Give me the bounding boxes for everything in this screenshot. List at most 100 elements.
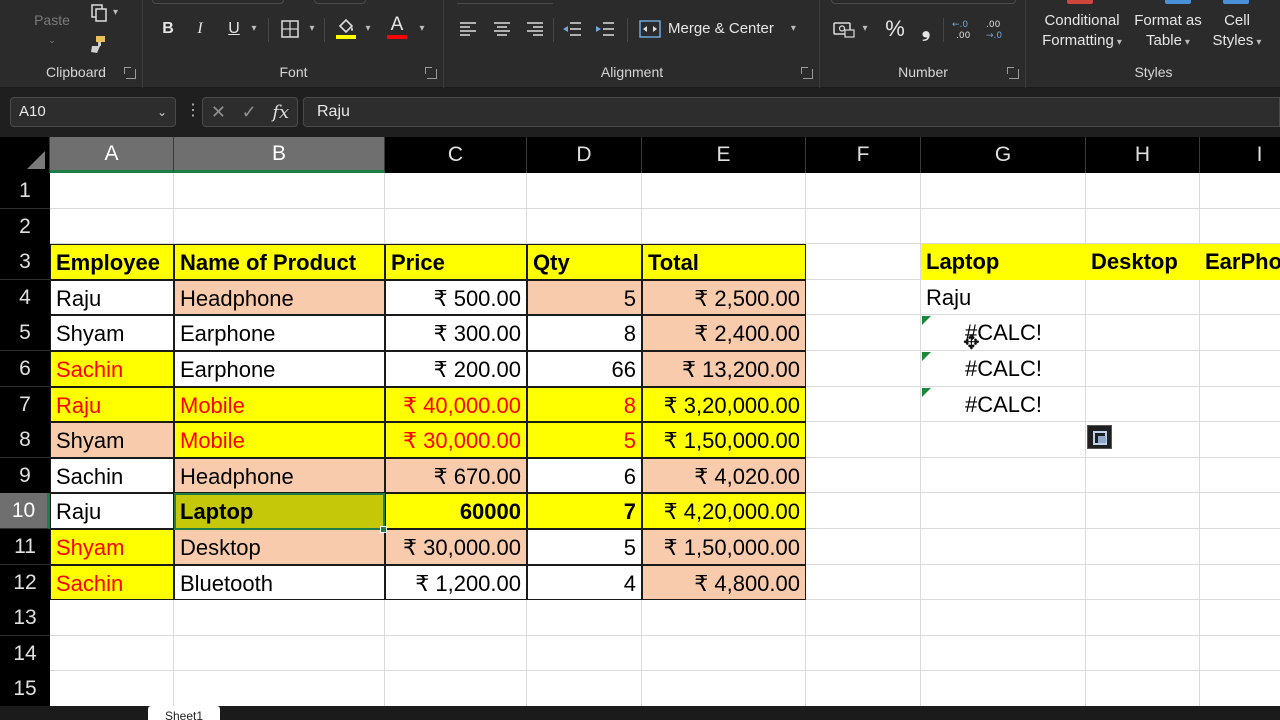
data-cell[interactable]: 66 (527, 351, 642, 387)
column-header-i[interactable]: I (1200, 137, 1280, 173)
header-cell[interactable]: Employee (50, 244, 174, 280)
header-cell[interactable]: Name of Product (174, 244, 385, 280)
row-header-9[interactable]: 9 (0, 457, 50, 494)
data-cell[interactable]: Bluetooth (174, 564, 385, 601)
data-cell[interactable]: 60000 (385, 493, 527, 529)
name-box-chevron-icon[interactable]: ⌄ (157, 98, 167, 126)
data-cell[interactable]: 8 (527, 315, 642, 351)
copy-icon[interactable]: ▾ (84, 2, 124, 24)
row-header-10[interactable]: 10 (0, 493, 50, 530)
data-cell[interactable]: ₹ 4,800.00 (642, 564, 806, 601)
paste-label[interactable]: Paste (32, 10, 72, 30)
borders-icon[interactable] (278, 18, 302, 40)
column-header-h[interactable]: H (1086, 137, 1200, 173)
header-cell[interactable]: Qty (527, 244, 642, 280)
data-cell[interactable]: ₹ 500.00 (385, 279, 527, 316)
name-box[interactable]: A10 ⌄ (10, 97, 176, 127)
data-cell[interactable]: 7 (527, 493, 642, 529)
data-cell[interactable]: ₹ 4,20,000.00 (642, 493, 806, 529)
error-cell[interactable]: #CALC! (921, 351, 1086, 387)
column-header-f[interactable]: F (806, 137, 921, 173)
data-cell[interactable]: ₹ 1,50,000.00 (642, 422, 806, 458)
data-cell[interactable]: Laptop (174, 493, 385, 529)
borders-dropdown-icon[interactable]: ▾ (306, 19, 318, 39)
data-cell[interactable]: Mobile (174, 386, 385, 423)
italic-button[interactable]: I (190, 18, 210, 40)
data-cell[interactable]: Sachin (50, 351, 174, 387)
error-indicator-icon[interactable] (922, 316, 931, 326)
paste-chevron-icon[interactable]: ⌄ (46, 30, 58, 50)
paste-options-icon[interactable] (1087, 425, 1112, 449)
side-header-cell[interactable]: Laptop (921, 244, 1086, 280)
data-cell[interactable]: Shyam (50, 422, 174, 458)
data-cell[interactable]: ₹ 3,20,000.00 (642, 386, 806, 423)
row-header-14[interactable]: 14 (0, 635, 50, 672)
error-cell[interactable]: #CALC! (921, 315, 1086, 351)
sheet-tab[interactable]: Sheet1 (148, 706, 220, 720)
header-cell[interactable]: Total (642, 244, 806, 280)
column-header-c[interactable]: C (385, 137, 527, 173)
column-header-b[interactable]: B (174, 137, 385, 173)
data-cell[interactable]: 4 (527, 564, 642, 601)
underline-button[interactable]: U (224, 18, 244, 40)
enter-icon[interactable]: ✓ (242, 102, 257, 123)
error-cell[interactable]: #CALC! (921, 387, 1086, 423)
data-cell[interactable]: ₹ 40,000.00 (385, 386, 527, 423)
format-painter-icon[interactable] (86, 32, 110, 56)
data-cell[interactable]: ₹ 2,500.00 (642, 279, 806, 316)
data-cell[interactable]: Headphone (174, 279, 385, 316)
data-cell[interactable]: ₹ 1,50,000.00 (642, 529, 806, 565)
data-cell[interactable]: Earphone (174, 351, 385, 387)
row-header-3[interactable]: 3 (0, 244, 50, 281)
column-header-e[interactable]: E (642, 137, 806, 173)
column-header-d[interactable]: D (527, 137, 642, 173)
row-header-8[interactable]: 8 (0, 422, 50, 459)
data-cell[interactable]: Raju (50, 279, 174, 316)
bold-button[interactable]: B (158, 18, 178, 40)
data-cell[interactable]: Raju (50, 493, 174, 529)
comma-style-button[interactable]: ❟ (917, 16, 935, 42)
data-cell[interactable]: 5 (527, 529, 642, 565)
column-header-a[interactable]: A (50, 137, 174, 173)
accounting-format-icon[interactable] (831, 18, 857, 40)
data-cell[interactable]: 6 (527, 457, 642, 494)
row-header-11[interactable]: 11 (0, 529, 50, 565)
row-header-7[interactable]: 7 (0, 386, 50, 423)
data-cell[interactable]: ₹ 13,200.00 (642, 351, 806, 387)
font-size-box[interactable] (314, 0, 366, 4)
data-cell[interactable]: Raju (50, 386, 174, 423)
merge-center-button[interactable]: Merge & Center ▾ (639, 18, 809, 40)
increase-indent-icon[interactable] (593, 18, 617, 40)
fill-color-dropdown-icon[interactable]: ▾ (362, 19, 374, 39)
percent-button[interactable]: % (883, 16, 907, 42)
align-right-icon[interactable] (524, 18, 546, 40)
font-color-icon[interactable]: A (386, 13, 408, 41)
spill-cell[interactable]: Raju (921, 280, 1086, 316)
data-cell[interactable]: 8 (527, 386, 642, 423)
row-header-5[interactable]: 5 (0, 315, 50, 352)
fill-handle[interactable] (380, 526, 387, 533)
more-options-icon[interactable]: ⋮ (185, 103, 201, 119)
data-cell[interactable]: Headphone (174, 457, 385, 494)
cancel-icon[interactable]: ✕ (211, 102, 226, 123)
data-cell[interactable]: ₹ 4,020.00 (642, 457, 806, 494)
data-cell[interactable]: ₹ 30,000.00 (385, 529, 527, 565)
error-indicator-icon[interactable] (922, 387, 931, 397)
number-format-box[interactable] (831, 0, 1016, 4)
row-header-15[interactable]: 15 (0, 671, 50, 708)
data-cell[interactable]: Sachin (50, 457, 174, 494)
alignment-launcher-icon[interactable] (801, 67, 813, 79)
formula-input[interactable]: Raju (303, 97, 1280, 127)
row-header-4[interactable]: 4 (0, 279, 50, 316)
row-header-6[interactable]: 6 (0, 351, 50, 387)
worksheet-grid[interactable]: ABCDEFGHI 1 2 3 4 5 6 7 8 9 10 11 12 13 14 15 Employee… (0, 137, 1280, 720)
align-center-icon[interactable] (491, 18, 513, 40)
data-cell[interactable]: Earphone (174, 315, 385, 351)
underline-dropdown-icon[interactable]: ▾ (248, 19, 260, 39)
data-cell[interactable]: ₹ 670.00 (385, 457, 527, 494)
header-cell[interactable]: Price (385, 244, 527, 280)
row-header-2[interactable]: 2 (0, 208, 50, 245)
error-indicator-icon[interactable] (922, 352, 931, 361)
cell-styles-button[interactable]: Cell Styles ▾ (1205, 11, 1269, 53)
font-name-box[interactable] (152, 0, 284, 4)
